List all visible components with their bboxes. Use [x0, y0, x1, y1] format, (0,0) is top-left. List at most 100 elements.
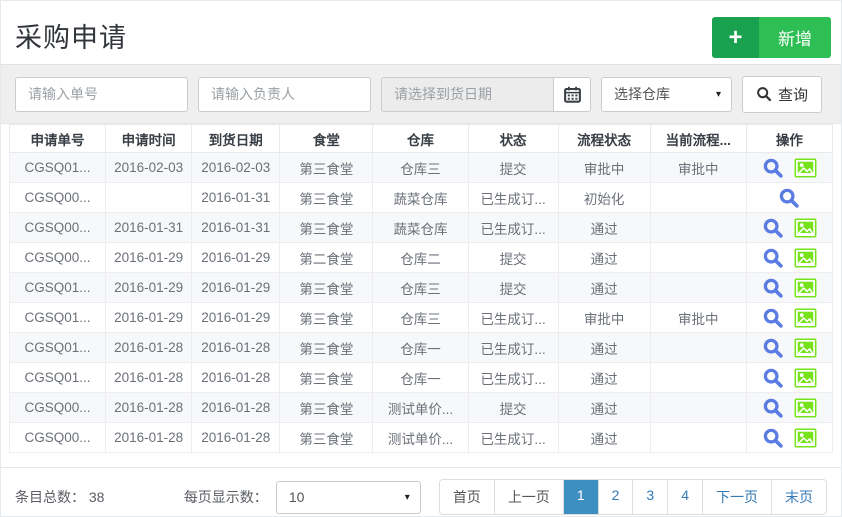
column-header-1: 申请时间: [106, 125, 192, 153]
image-icon[interactable]: [794, 278, 817, 298]
column-header-7: 当前流程...: [650, 125, 746, 153]
cell-status: 已生成订...: [468, 183, 558, 213]
cell-warehouse: 仓库三: [373, 153, 468, 183]
search-button[interactable]: 查询: [742, 76, 822, 113]
view-search-icon[interactable]: [762, 277, 784, 299]
view-search-icon[interactable]: [762, 247, 784, 269]
table-row: CGSQ00...2016-01-31第三食堂蔬菜仓库已生成订...初始化: [10, 183, 833, 213]
cell-current_flow: 审批中: [650, 153, 746, 183]
cell-actions: [746, 423, 832, 453]
view-search-icon[interactable]: [762, 157, 784, 179]
page-button-1[interactable]: 1: [563, 480, 598, 514]
view-search-icon[interactable]: [762, 367, 784, 389]
cell-actions: [746, 273, 832, 303]
cell-apply_time: 2016-02-03: [106, 153, 192, 183]
page-button-首页[interactable]: 首页: [440, 480, 494, 514]
cell-canteen: 第三食堂: [280, 393, 373, 423]
cell-current_flow: [650, 363, 746, 393]
plus-icon: +: [712, 17, 759, 58]
cell-actions: [746, 303, 832, 333]
cell-warehouse: 仓库三: [373, 273, 468, 303]
cell-arrival_date: 2016-02-03: [192, 153, 280, 183]
page-button-末页[interactable]: 末页: [771, 480, 826, 514]
page-button-4[interactable]: 4: [667, 480, 702, 514]
image-icon[interactable]: [794, 158, 817, 178]
warehouse-select-value: 选择仓库: [614, 84, 670, 104]
cell-warehouse: 仓库一: [373, 363, 468, 393]
cell-canteen: 第三食堂: [280, 183, 373, 213]
cell-arrival_date: 2016-01-31: [192, 183, 280, 213]
cell-apply_time: 2016-01-28: [106, 393, 192, 423]
table-row: CGSQ01...2016-01-292016-01-29第三食堂仓库三已生成订…: [10, 303, 833, 333]
cell-order_no: CGSQ01...: [10, 303, 106, 333]
image-icon[interactable]: [794, 428, 817, 448]
cell-canteen: 第三食堂: [280, 213, 373, 243]
page-button-下一页[interactable]: 下一页: [702, 480, 771, 514]
cell-canteen: 第三食堂: [280, 333, 373, 363]
column-header-8: 操作: [746, 125, 832, 153]
filter-bar: 选择仓库 ▾ 查询: [1, 64, 841, 124]
page-button-上一页[interactable]: 上一页: [494, 480, 563, 514]
cell-status: 提交: [468, 273, 558, 303]
cell-actions: [746, 213, 832, 243]
cell-status: 提交: [468, 393, 558, 423]
total-count-text: 条目总数： 38: [15, 487, 104, 507]
image-icon[interactable]: [794, 338, 817, 358]
page-button-2[interactable]: 2: [598, 480, 633, 514]
cell-apply_time: 2016-01-28: [106, 333, 192, 363]
add-button[interactable]: + 新增: [712, 17, 831, 58]
cell-current_flow: [650, 273, 746, 303]
cell-order_no: CGSQ01...: [10, 363, 106, 393]
cell-apply_time: 2016-01-28: [106, 363, 192, 393]
cell-flow_status: 通过: [558, 423, 650, 453]
cell-arrival_date: 2016-01-29: [192, 243, 280, 273]
table-row: CGSQ00...2016-01-312016-01-31第三食堂蔬菜仓库已生成…: [10, 213, 833, 243]
view-search-icon[interactable]: [762, 217, 784, 239]
arrival-date-group: [381, 77, 591, 112]
view-search-icon[interactable]: [762, 337, 784, 359]
table-row: CGSQ01...2016-01-282016-01-28第三食堂仓库一已生成订…: [10, 363, 833, 393]
column-header-5: 状态: [468, 125, 558, 153]
table-row: CGSQ00...2016-01-292016-01-29第二食堂仓库二提交通过: [10, 243, 833, 273]
cell-arrival_date: 2016-01-29: [192, 273, 280, 303]
column-header-0: 申请单号: [10, 125, 106, 153]
arrival-date-input[interactable]: [381, 77, 553, 112]
image-icon[interactable]: [794, 248, 817, 268]
cell-arrival_date: 2016-01-31: [192, 213, 280, 243]
column-header-2: 到货日期: [192, 125, 280, 153]
order-no-input[interactable]: [15, 77, 188, 112]
cell-current_flow: 审批中: [650, 303, 746, 333]
cell-apply_time: 2016-01-31: [106, 213, 192, 243]
page-button-3[interactable]: 3: [632, 480, 667, 514]
image-icon[interactable]: [794, 308, 817, 328]
table-header-row: 申请单号申请时间到货日期食堂仓库状态流程状态当前流程...操作: [10, 125, 833, 153]
cell-warehouse: 蔬菜仓库: [373, 213, 468, 243]
view-search-icon[interactable]: [762, 427, 784, 449]
table-row: CGSQ01...2016-01-282016-01-28第三食堂仓库一已生成订…: [10, 333, 833, 363]
view-search-icon[interactable]: [762, 307, 784, 329]
view-search-icon[interactable]: [778, 187, 800, 209]
cell-warehouse: 测试单价...: [373, 423, 468, 453]
column-header-6: 流程状态: [558, 125, 650, 153]
cell-flow_status: 初始化: [558, 183, 650, 213]
view-search-icon[interactable]: [762, 397, 784, 419]
cell-status: 提交: [468, 153, 558, 183]
table-body: CGSQ01...2016-02-032016-02-03第三食堂仓库三提交审批…: [10, 153, 833, 453]
cell-arrival_date: 2016-01-28: [192, 393, 280, 423]
manager-input[interactable]: [198, 77, 371, 112]
cell-arrival_date: 2016-01-28: [192, 333, 280, 363]
warehouse-select[interactable]: 选择仓库 ▾: [601, 77, 732, 112]
cell-status: 已生成订...: [468, 363, 558, 393]
image-icon[interactable]: [794, 398, 817, 418]
cell-apply_time: 2016-01-29: [106, 303, 192, 333]
image-icon[interactable]: [794, 218, 817, 238]
cell-order_no: CGSQ01...: [10, 273, 106, 303]
page-title: 采购申请: [15, 16, 825, 55]
cell-status: 已生成订...: [468, 303, 558, 333]
cell-warehouse: 仓库一: [373, 333, 468, 363]
cell-warehouse: 测试单价...: [373, 393, 468, 423]
page-size-select[interactable]: 10 ▾: [276, 481, 421, 514]
pagination: 首页上一页1234下一页末页: [439, 479, 827, 515]
calendar-button[interactable]: [553, 77, 591, 112]
image-icon[interactable]: [794, 368, 817, 388]
